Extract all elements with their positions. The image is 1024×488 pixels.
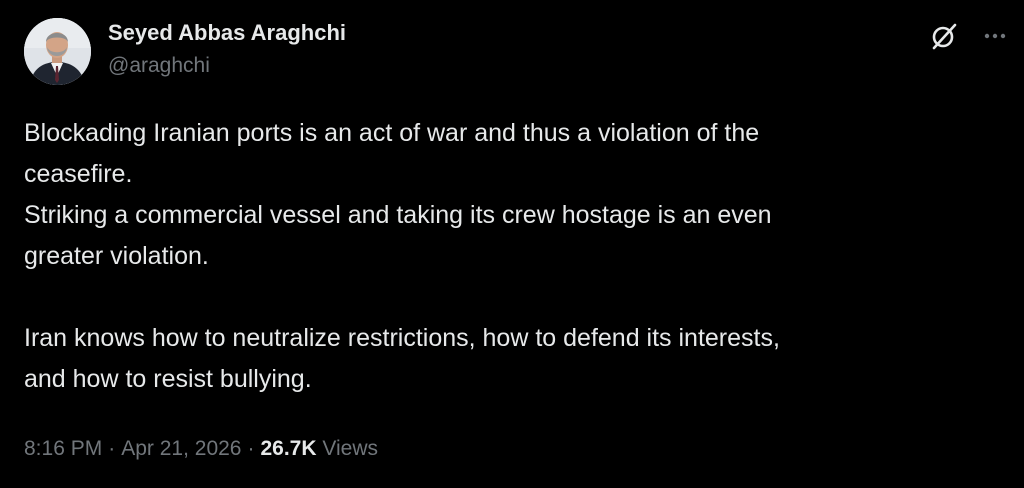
tweet-time[interactable]: 8:16 PM: [24, 437, 102, 460]
slashed-circle-icon[interactable]: [928, 20, 960, 52]
tweet-line: ceasefire.: [24, 160, 133, 188]
tweet-line: Blockading Iranian ports is an act of wa…: [24, 119, 760, 147]
avatar[interactable]: [24, 18, 91, 85]
views-label: Views: [322, 437, 379, 460]
author-handle[interactable]: @araghchi: [108, 54, 210, 78]
views-count[interactable]: 26.7K: [260, 437, 316, 460]
more-horizontal-icon[interactable]: [981, 22, 1009, 50]
tweet-line: and how to resist bullying.: [24, 365, 312, 393]
tweet-line: greater violation.: [24, 242, 209, 270]
meta-separator: ·: [247, 437, 255, 460]
meta-separator: ·: [108, 437, 116, 460]
author-display-name[interactable]: Seyed Abbas Araghchi: [108, 20, 346, 46]
tweet-line: Iran knows how to neutralize restriction…: [24, 324, 780, 352]
tweet-line: Striking a commercial vessel and taking …: [24, 201, 772, 229]
tweet-text: Blockading Iranian ports is an act of wa…: [24, 113, 984, 400]
avatar-photo: [24, 18, 91, 85]
tweet-date[interactable]: Apr 21, 2026: [121, 437, 241, 460]
tweet-meta: 8:16 PM · Apr 21, 2026 · 26.7K Views: [24, 437, 378, 461]
